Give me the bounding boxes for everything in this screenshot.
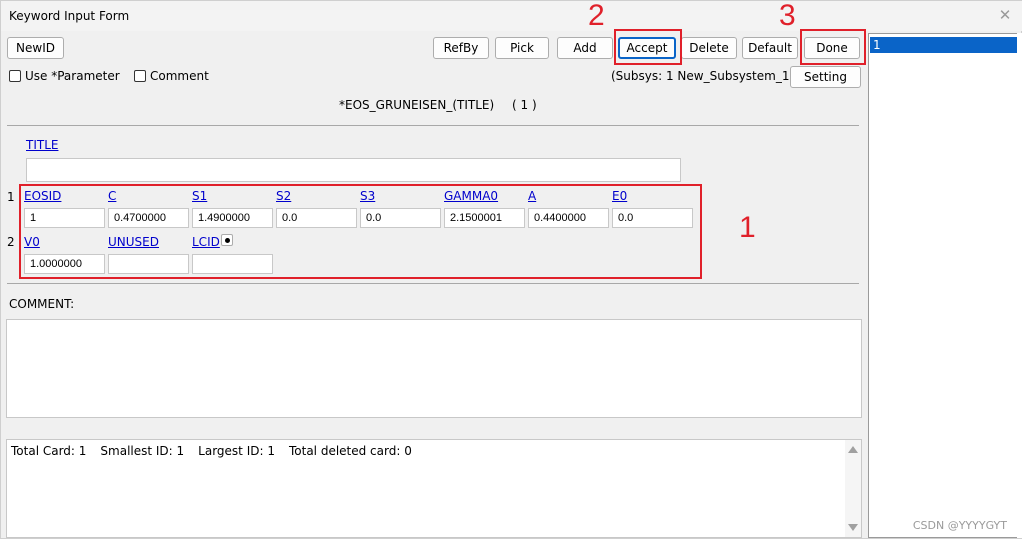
stats-scroll-down-arrow-icon[interactable] xyxy=(848,524,858,531)
title-bar: Keyword Input Form ✕ xyxy=(1,1,1022,31)
comment-option[interactable]: Comment xyxy=(134,69,209,83)
watermark: CSDN @YYYYGYT xyxy=(912,519,1007,532)
smallest-id-stat: Smallest ID: 1 xyxy=(100,444,185,458)
annotation-box-fields xyxy=(19,184,702,279)
close-icon[interactable]: ✕ xyxy=(995,5,1015,25)
right-edge-strip xyxy=(1017,33,1022,538)
pick-button[interactable]: Pick xyxy=(495,37,549,59)
comment-label: COMMENT: xyxy=(9,297,75,311)
divider-middle xyxy=(7,283,859,284)
use-parameter-option[interactable]: Use *Parameter xyxy=(9,69,120,83)
annotation-number-1: 1 xyxy=(739,211,756,244)
largest-id-stat: Largest ID: 1 xyxy=(198,444,275,458)
refby-button[interactable]: RefBy xyxy=(433,37,489,59)
keyword-name: *EOS_GRUNEISEN_(TITLE) xyxy=(339,98,495,112)
use-parameter-checkbox[interactable] xyxy=(9,70,21,82)
comment-checkbox[interactable] xyxy=(134,70,146,82)
keyword-count: ( 1 ) xyxy=(512,98,537,112)
title-input[interactable] xyxy=(26,158,681,182)
stats-scroll-up-arrow-icon[interactable] xyxy=(848,446,858,453)
annotation-box-accept xyxy=(614,29,682,65)
comment-textarea[interactable] xyxy=(6,319,862,418)
divider-top xyxy=(7,125,859,126)
total-card-stat: Total Card: 1 xyxy=(11,444,87,458)
annotation-box-done xyxy=(800,29,866,65)
title-field-label[interactable]: TITLE xyxy=(26,138,58,152)
newid-button[interactable]: NewID xyxy=(7,37,64,59)
row-number-2: 2 xyxy=(7,235,15,249)
id-list[interactable]: 1 xyxy=(868,33,1020,538)
stats-line: Total Card: 1 Smallest ID: 1 Largest ID:… xyxy=(11,444,412,458)
comment-option-label: Comment xyxy=(150,69,209,83)
total-deleted-stat: Total deleted card: 0 xyxy=(288,444,412,458)
keyword-input-form-window: Keyword Input Form ✕ NewID RefBy Pick Ad… xyxy=(0,0,1022,539)
subsystem-label: (Subsys: 1 New_Subsystem_1) xyxy=(611,69,795,83)
setting-button[interactable]: Setting xyxy=(790,66,861,88)
delete-button[interactable]: Delete xyxy=(681,37,737,59)
add-button[interactable]: Add xyxy=(557,37,613,59)
keyword-heading: *EOS_GRUNEISEN_(TITLE) ( 1 ) xyxy=(339,98,537,112)
stats-scrollbar[interactable] xyxy=(845,440,861,537)
annotation-number-2: 2 xyxy=(588,0,605,32)
window-title: Keyword Input Form xyxy=(9,9,130,23)
use-parameter-label: Use *Parameter xyxy=(25,69,120,83)
annotation-number-3: 3 xyxy=(779,0,796,32)
row-number-1: 1 xyxy=(7,190,15,204)
default-button[interactable]: Default xyxy=(742,37,798,59)
id-list-item[interactable]: 1 xyxy=(870,37,1018,53)
